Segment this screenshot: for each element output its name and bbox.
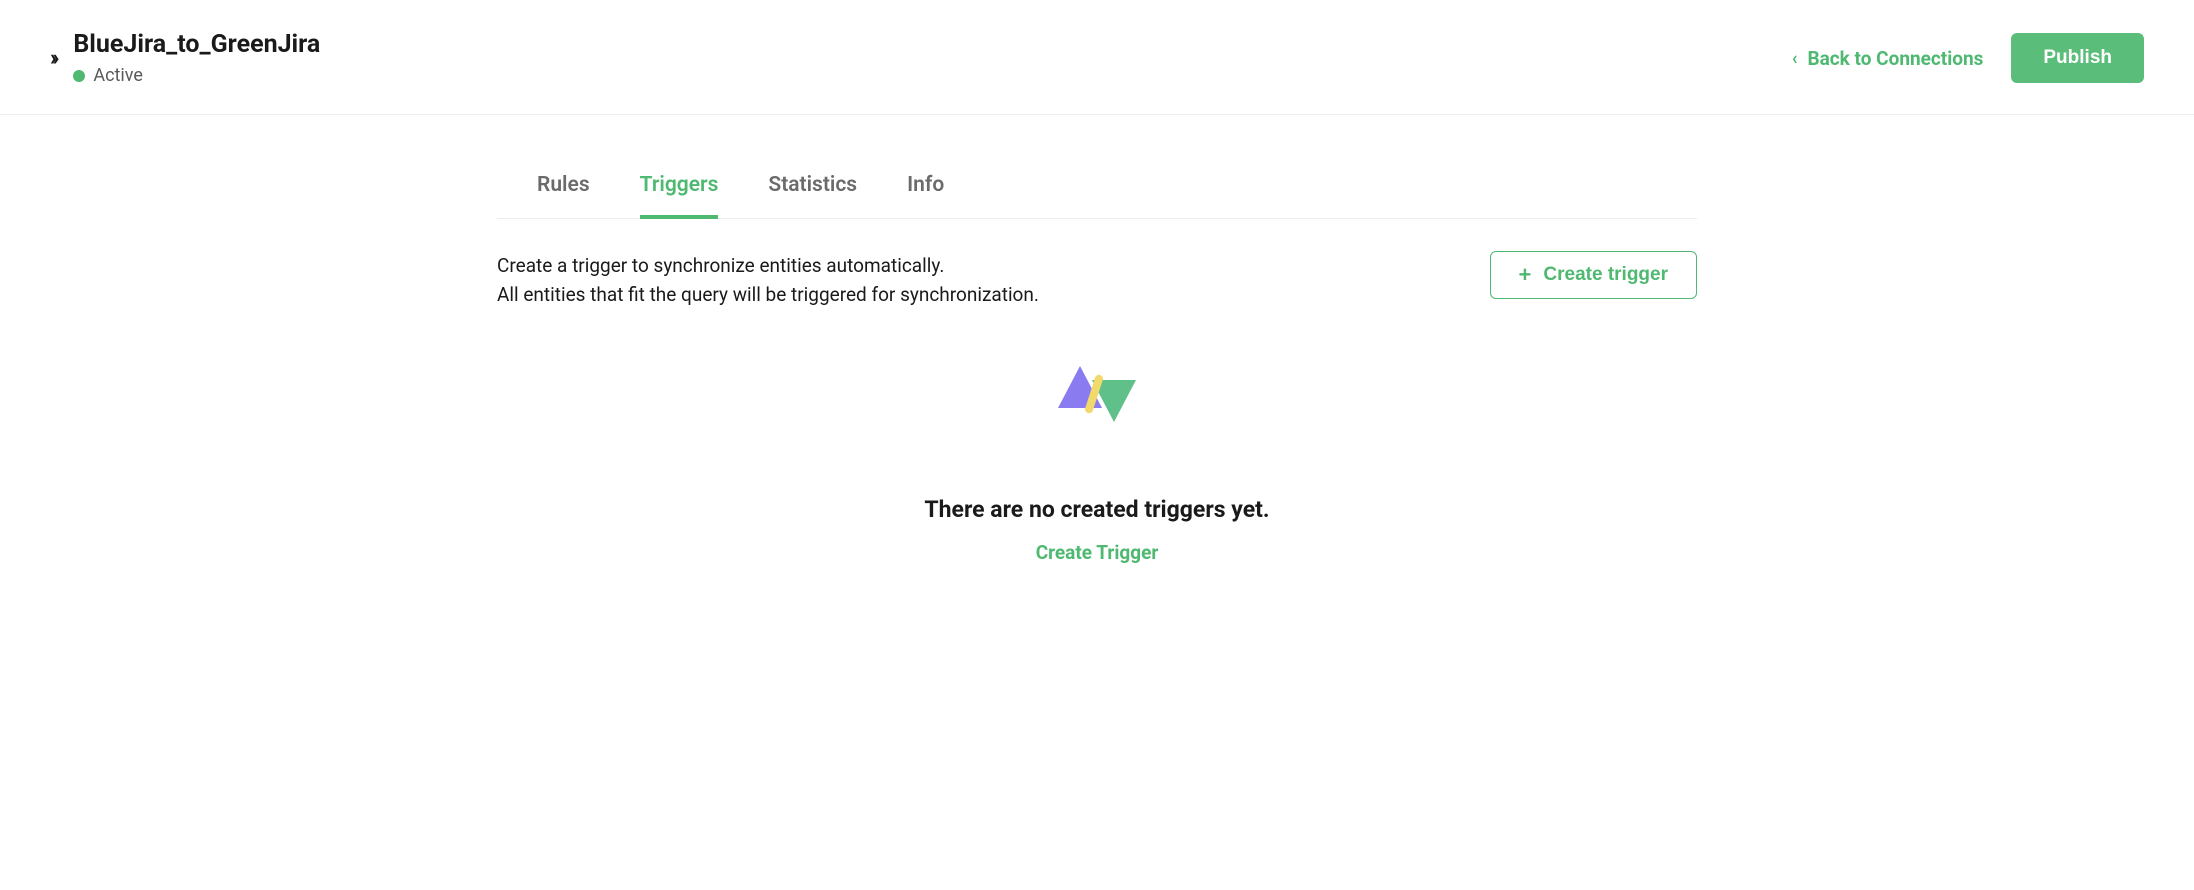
tab-statistics[interactable]: Statistics bbox=[768, 165, 857, 219]
back-to-connections-link[interactable]: ‹ Back to Connections bbox=[1792, 47, 1984, 70]
title-block: BlueJira_to_GreenJira Active bbox=[73, 30, 320, 86]
content-area: Rules Triggers Statistics Info Create a … bbox=[387, 115, 1807, 564]
tab-triggers[interactable]: Triggers bbox=[640, 165, 719, 219]
create-trigger-label: Create trigger bbox=[1543, 264, 1668, 286]
tabs: Rules Triggers Statistics Info bbox=[497, 165, 1697, 219]
create-trigger-button[interactable]: + Create trigger bbox=[1490, 251, 1697, 299]
header-left: ›› BlueJira_to_GreenJira Active bbox=[50, 30, 320, 86]
description-text: Create a trigger to synchronize entities… bbox=[497, 251, 1039, 310]
description-line-1: Create a trigger to synchronize entities… bbox=[497, 251, 1039, 280]
description-line-2: All entities that fit the query will be … bbox=[497, 280, 1039, 309]
empty-state-title: There are no created triggers yet. bbox=[924, 496, 1269, 523]
page-header: ›› BlueJira_to_GreenJira Active ‹ Back t… bbox=[0, 0, 2194, 115]
status-label: Active bbox=[93, 65, 143, 86]
chevron-left-icon: ‹ bbox=[1792, 48, 1798, 69]
tab-info[interactable]: Info bbox=[907, 165, 944, 219]
back-link-label: Back to Connections bbox=[1807, 47, 1983, 70]
publish-button[interactable]: Publish bbox=[2011, 33, 2144, 83]
status-row: Active bbox=[73, 65, 320, 86]
plus-icon: + bbox=[1519, 264, 1532, 286]
page-title: BlueJira_to_GreenJira bbox=[73, 30, 320, 59]
description-row: Create a trigger to synchronize entities… bbox=[497, 219, 1697, 310]
tab-rules[interactable]: Rules bbox=[537, 165, 590, 219]
header-right: ‹ Back to Connections Publish bbox=[1792, 33, 2144, 83]
empty-state-illustration-icon bbox=[1052, 360, 1142, 430]
expand-sidebar-icon[interactable]: ›› bbox=[50, 46, 55, 71]
empty-state: There are no created triggers yet. Creat… bbox=[497, 310, 1697, 564]
status-dot-icon bbox=[73, 70, 85, 82]
empty-state-create-link[interactable]: Create Trigger bbox=[1036, 541, 1159, 564]
